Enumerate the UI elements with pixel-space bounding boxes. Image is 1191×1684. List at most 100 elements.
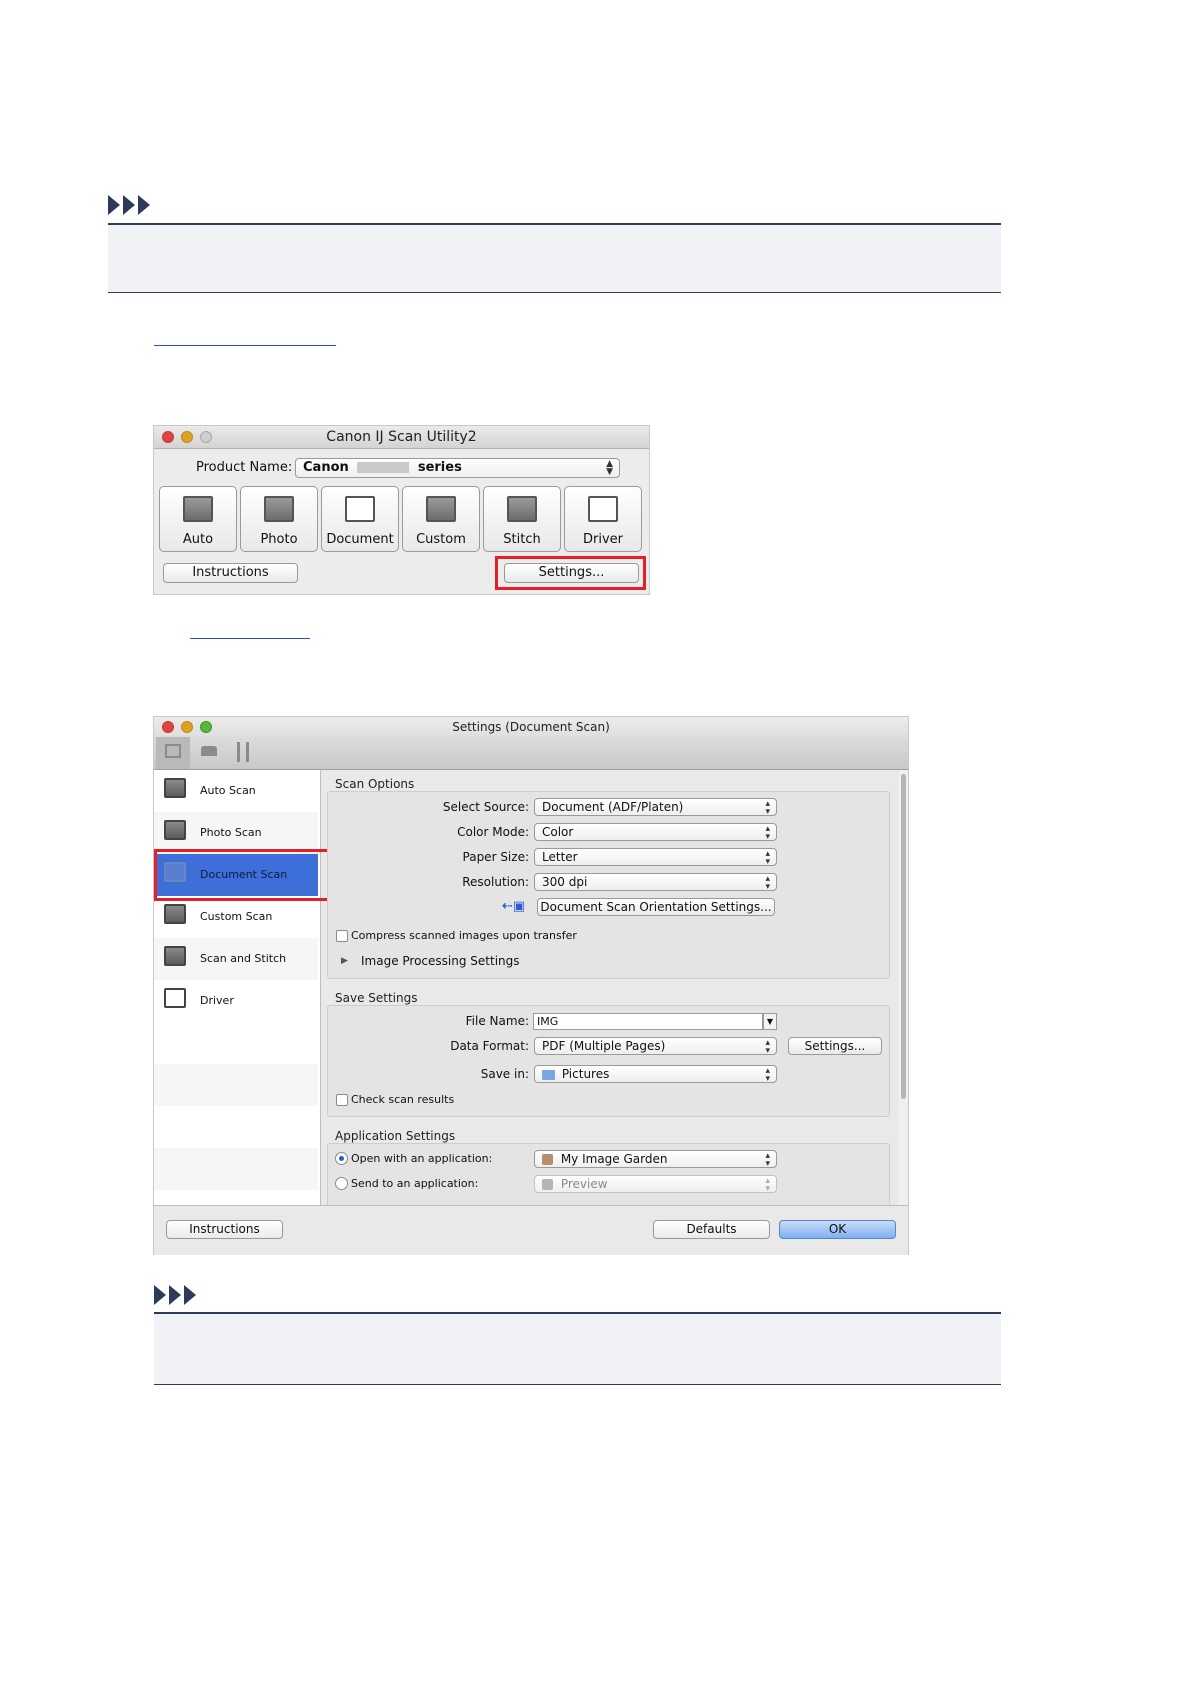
open-with-radio[interactable] [335,1152,348,1165]
auto-scan-icon [183,496,213,522]
window-title: Settings (Document Scan) [452,720,610,734]
zoom-icon[interactable] [200,721,212,733]
window-title: Canon IJ Scan Utility2 [326,429,477,445]
send-to-value: Preview [560,1177,608,1191]
chevron-updown-icon: ▴ ▾ [765,799,770,817]
open-with-value: My Image Garden [560,1152,668,1166]
chevron-updown-icon: ▴ ▾ [765,874,770,892]
sidebar-item-photo-scan[interactable]: Photo Scan [154,812,318,854]
compress-label: Compress scanned images upon transfer [351,929,577,942]
tools-icon [237,742,249,762]
auto-scan-icon [164,778,186,798]
sidebar-item-auto-scan[interactable]: Auto Scan [154,770,318,812]
product-name-prefix: Canon [303,460,349,475]
scanner-driver-icon [588,496,618,522]
resolution-select[interactable]: 300 dpi ▴ ▾ [534,873,777,892]
data-format-select[interactable]: PDF (Multiple Pages) ▴ ▾ [534,1037,777,1056]
chevron-updown-icon: ▴ ▾ [765,824,770,842]
toolbar [154,737,908,770]
chevron-updown-icon: ▴ ▾ [765,1176,770,1194]
select-source-select[interactable]: Document (ADF/Platen) ▴ ▾ [534,798,777,817]
file-name-input[interactable]: IMG [533,1013,763,1030]
settings-window: Settings (Document Scan) Auto Scan Photo… [154,717,908,1255]
product-name-select[interactable]: Canon series ▲ ▼ [295,458,620,478]
compress-checkbox[interactable] [336,930,348,942]
chevron-updown-icon: ▴ ▾ [765,1038,770,1056]
chevron-updown-icon: ▲ ▼ [606,459,613,477]
stitch-icon [507,496,537,522]
scrollbar[interactable] [899,770,908,1205]
close-icon[interactable] [162,431,174,443]
note-box [108,223,1001,293]
stitch-icon [164,946,186,966]
highlight-box [495,556,646,590]
instructions-button[interactable]: Instructions [166,1220,283,1239]
computer-scan-icon [165,744,181,758]
title-bar: Settings (Document Scan) [154,717,908,737]
data-format-value: PDF (Multiple Pages) [542,1039,666,1053]
chevron-updown-icon: ▴ ▾ [765,849,770,867]
title-bar: Canon IJ Scan Utility2 [154,426,649,449]
highlight-box [154,849,330,901]
document-button-label: Document [326,532,394,547]
stitch-button-label: Stitch [503,532,541,547]
scan-utility-window: Canon IJ Scan Utility2 Product Name: Can… [154,426,649,594]
stitch-button[interactable]: Stitch [483,486,561,552]
tab-general-settings[interactable] [228,737,258,769]
sidebar-item-scan-and-stitch[interactable]: Scan and Stitch [154,938,318,980]
note-icon [108,195,153,215]
disclosure-triangle-icon[interactable]: ▶ [341,956,348,966]
sidebar-item-driver[interactable]: Driver [154,980,318,1022]
minimize-icon[interactable] [181,431,193,443]
check-scan-results-checkbox[interactable] [336,1094,348,1106]
photo-button[interactable]: Photo [240,486,318,552]
save-in-select[interactable]: Pictures ▴ ▾ [534,1065,777,1084]
driver-button[interactable]: Driver [564,486,642,552]
instructions-button[interactable]: Instructions [163,563,298,583]
save-in-value: Pictures [561,1067,610,1081]
orientation-icon: ⇠▣ [502,899,526,914]
data-format-settings-button[interactable]: Settings... [788,1037,882,1055]
check-scan-results-label: Check scan results [351,1093,455,1106]
select-source-value: Document (ADF/Platen) [542,800,684,814]
save-settings-heading: Save Settings [335,991,418,1005]
custom-button[interactable]: Custom [402,486,480,552]
document-button[interactable]: Document [321,486,399,552]
main-panel: Scan Options Select Source: Document (AD… [321,770,899,1205]
paper-size-label: Paper Size: [462,850,529,864]
paper-size-select[interactable]: Letter ▴ ▾ [534,848,777,867]
send-to-label: Send to an application: [351,1177,479,1190]
minimize-icon[interactable] [181,721,193,733]
color-mode-value: Color [542,825,574,839]
defaults-button[interactable]: Defaults [653,1220,770,1239]
save-in-label: Save in: [480,1067,529,1081]
image-processing-label[interactable]: Image Processing Settings [361,954,520,968]
tab-scan-from-panel[interactable] [194,737,224,769]
zoom-icon[interactable] [200,431,212,443]
orientation-settings-button[interactable]: Document Scan Orientation Settings... [537,898,775,916]
link-underline[interactable] [190,638,310,639]
file-name-label: File Name: [465,1014,529,1028]
tab-scan-from-computer[interactable] [156,737,190,769]
close-icon[interactable] [162,721,174,733]
driver-button-label: Driver [582,532,623,547]
photo-icon [264,496,294,522]
link-underline[interactable] [154,345,336,346]
data-format-label: Data Format: [450,1039,529,1053]
color-mode-select[interactable]: Color ▴ ▾ [534,823,777,842]
sidebar-item-label: Scan and Stitch [200,952,287,965]
scrollbar-thumb[interactable] [901,774,906,1099]
application-settings-heading: Application Settings [335,1129,456,1143]
sidebar-stripe [154,1064,318,1106]
preview-app-icon [542,1179,553,1190]
sidebar: Auto Scan Photo Scan Document Scan Custo… [154,770,321,1205]
sidebar-item-custom-scan[interactable]: Custom Scan [154,896,318,938]
send-to-radio[interactable] [335,1177,348,1190]
open-with-select[interactable]: My Image Garden ▴ ▾ [534,1150,777,1169]
note-box [154,1312,1001,1385]
file-name-dropdown-button[interactable]: ▼ [763,1013,777,1030]
auto-button[interactable]: Auto [159,486,237,552]
send-to-select[interactable]: Preview ▴ ▾ [534,1175,777,1194]
ok-button[interactable]: OK [779,1220,896,1239]
auto-button-label: Auto [182,532,214,547]
